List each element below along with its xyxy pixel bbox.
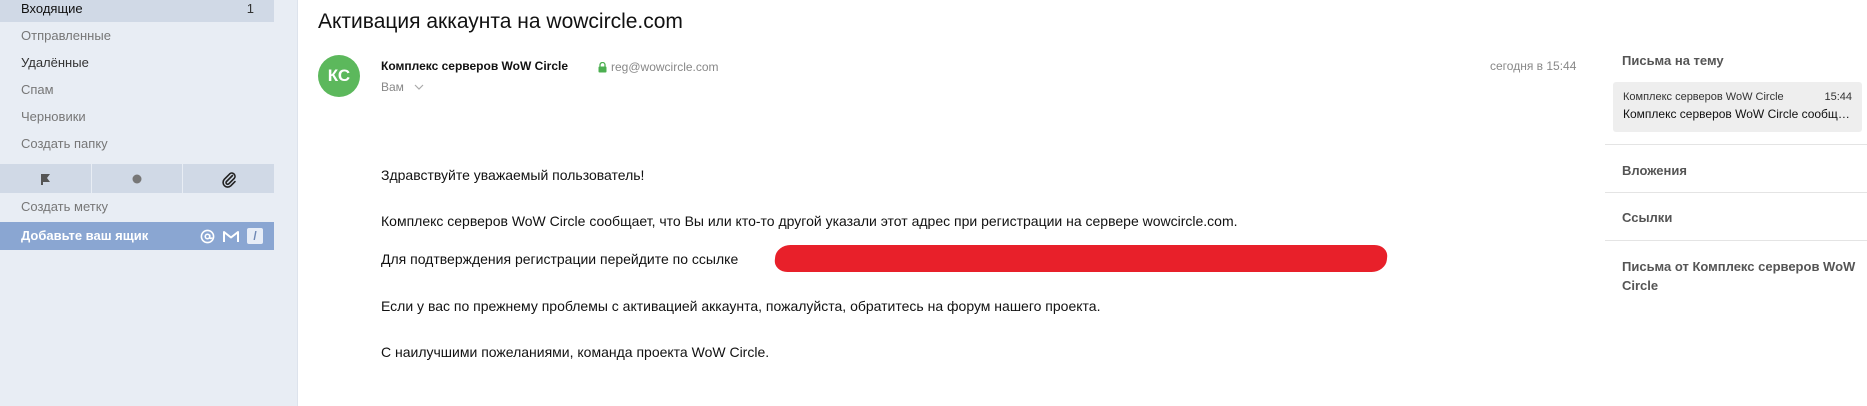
attachments-section[interactable]: Вложения <box>1622 161 1857 180</box>
sender-email: reg@wowcircle.com <box>611 60 719 74</box>
redacted-link <box>773 245 1389 272</box>
body-signature: С наилучшими пожеланиями, команда проект… <box>381 344 770 360</box>
recipient-block[interactable]: Вам <box>381 80 424 94</box>
flag-filter-button[interactable] <box>0 164 92 193</box>
thread-title[interactable]: Письма на тему <box>1622 51 1857 70</box>
divider <box>1605 144 1867 145</box>
folder-deleted[interactable]: Удалённые <box>0 49 274 76</box>
unread-filter-button[interactable] <box>92 164 184 193</box>
dot-icon <box>132 174 142 183</box>
flag-icon <box>41 173 51 185</box>
sender-email-block[interactable]: reg@wowcircle.com <box>598 60 719 74</box>
folder-spam[interactable]: Спам <box>0 76 274 103</box>
page-title: Активация аккаунта на wowcircle.com <box>318 10 683 33</box>
label-filter-bar <box>0 164 274 193</box>
sidebar: Входящие 1 Отправленные Удалённые Спам Ч… <box>0 0 298 406</box>
chevron-down-icon <box>414 84 424 90</box>
links-section[interactable]: Ссылки <box>1622 208 1857 227</box>
avatar[interactable]: КС <box>318 55 360 97</box>
create-folder-link[interactable]: Создать папку <box>0 130 274 157</box>
message-date: сегодня в 15:44 <box>1490 59 1577 73</box>
add-mailbox-button[interactable]: Добавьте ваш ящик / <box>0 222 274 250</box>
folder-inbox-label: Входящие <box>21 1 83 16</box>
thread-item-time: 15:44 <box>1824 91 1852 103</box>
folder-sent-label: Отправленные <box>21 28 111 43</box>
attachment-filter-button[interactable] <box>183 164 274 193</box>
sender-name[interactable]: Комплекс серверов WoW Circle <box>381 59 568 73</box>
folder-inbox[interactable]: Входящие 1 <box>0 0 274 22</box>
at-icon[interactable] <box>199 228 215 244</box>
lock-icon <box>598 61 607 72</box>
create-label-text: Создать метку <box>21 199 109 214</box>
thread-item-from: Комплекс серверов WoW Circle <box>1623 91 1784 103</box>
folder-spam-label: Спам <box>21 82 54 97</box>
from-sender-section[interactable]: Письма от Комплекс серверов WoW Circle <box>1622 257 1857 295</box>
add-mailbox-label: Добавьте ваш ящик <box>21 228 149 243</box>
create-label-link[interactable]: Создать метку <box>0 193 274 220</box>
body-confirm-prompt: Для подтверждения регистрации перейдите … <box>381 251 739 267</box>
mail-provider-icons: / <box>199 222 263 250</box>
folder-sent[interactable]: Отправленные <box>0 22 274 49</box>
divider <box>1605 192 1867 193</box>
recipient: Вам <box>381 80 404 94</box>
right-panel: Письма на тему Комплекс серверов WoW Cir… <box>1605 0 1867 406</box>
body-greeting: Здравствуйте уважаемый пользователь! <box>381 167 645 183</box>
body-support: Если у вас по прежнему проблемы с актива… <box>381 298 1101 314</box>
create-folder-label: Создать папку <box>21 136 108 151</box>
gmail-icon[interactable] <box>223 228 239 244</box>
folder-deleted-label: Удалённые <box>21 55 89 70</box>
inbox-unread-count: 1 <box>246 1 254 16</box>
thread-item[interactable]: Комплекс серверов WoW Circle 15:44 Компл… <box>1613 82 1862 132</box>
thread-item-subject: Комплекс серверов WoW Circle сообщает <box>1623 107 1852 121</box>
body-notice: Комплекс серверов WoW Circle сообщает, ч… <box>381 213 1238 229</box>
divider <box>1605 240 1867 241</box>
other-mail-icon[interactable]: / <box>247 228 263 244</box>
paperclip-icon <box>221 171 236 188</box>
folder-drafts[interactable]: Черновики <box>0 103 274 130</box>
folder-drafts-label: Черновики <box>21 109 86 124</box>
